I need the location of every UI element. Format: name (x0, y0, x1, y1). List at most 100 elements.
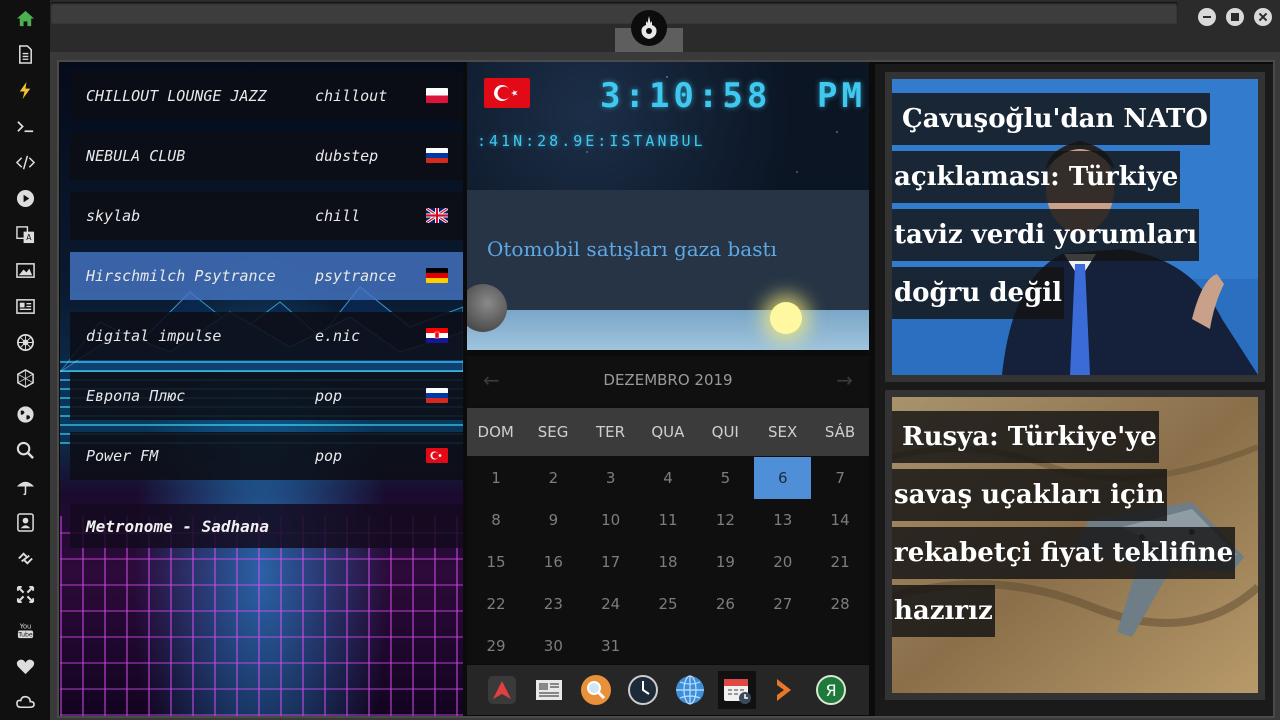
news-card-1[interactable]: Çavuşoğlu'dan NATO açıklaması: Türkiye tav… (885, 72, 1265, 382)
arrow-app-icon[interactable] (483, 671, 521, 709)
clock-panel: 3:10:58 PM :41N:28.9E:ISTANBUL Otomobil … (467, 62, 869, 350)
globe-icon[interactable] (12, 401, 38, 427)
calendar-day[interactable]: 20 (754, 541, 811, 583)
search-icon[interactable] (12, 437, 38, 463)
croatia-flag-icon (426, 328, 448, 343)
terminal-icon[interactable] (12, 113, 38, 139)
heart-icon[interactable] (12, 653, 38, 679)
news-card-2[interactable]: Rusya: Türkiye'ye savaş uçakları için reka… (885, 390, 1265, 700)
calendar-day[interactable]: 3 (582, 457, 639, 499)
calendar-month-title: DEZEMBRO 2019 (603, 371, 733, 389)
calendar-day-today[interactable]: 6 (754, 457, 812, 499)
globe-app-icon[interactable] (671, 671, 709, 709)
weekday-label: SÁB (824, 423, 856, 441)
forward-app-icon[interactable] (765, 671, 803, 709)
russia-flag-icon (426, 148, 448, 163)
calendar-day[interactable]: 19 (697, 541, 754, 583)
news-title-1: Çavuşoğlu'dan NATO açıklaması: Türkiye tav… (892, 93, 1210, 325)
radio-station-row[interactable]: skylab chill (70, 192, 463, 240)
calendar-day[interactable]: 22 (468, 583, 525, 625)
document-icon[interactable] (12, 41, 38, 67)
calendar-day[interactable]: 30 (525, 625, 582, 667)
clock-coordinates: :41N:28.9E:ISTANBUL (477, 132, 706, 150)
radio-station-row[interactable]: Power FM pop (70, 432, 463, 480)
weekday-label: QUI (711, 423, 739, 441)
calendar-day[interactable]: 28 (812, 583, 869, 625)
minimize-button[interactable] (1198, 8, 1216, 26)
maximize-button[interactable] (1226, 8, 1244, 26)
news-icon[interactable] (12, 293, 38, 319)
news-app-icon[interactable] (530, 671, 568, 709)
calendar-day[interactable]: 14 (812, 499, 869, 541)
turkey-flag-icon (426, 448, 448, 463)
expand-icon[interactable] (12, 581, 38, 607)
weekday-label: DOM (477, 423, 514, 441)
cloud-icon[interactable] (12, 689, 38, 715)
contact-icon[interactable] (12, 509, 38, 535)
calendar-day[interactable]: 21 (812, 541, 869, 583)
close-button[interactable] (1254, 8, 1272, 26)
calendar-day[interactable]: 9 (525, 499, 582, 541)
settings-wheel-icon[interactable] (12, 329, 38, 355)
calendar-day[interactable]: 24 (582, 583, 639, 625)
poland-flag-icon (426, 88, 448, 103)
calendar-day[interactable]: 16 (525, 541, 582, 583)
hexagon-icon[interactable] (12, 365, 38, 391)
clock-ampm: PM (817, 76, 866, 116)
weekday-label: SEG (537, 423, 569, 441)
calendar-day[interactable]: 26 (697, 583, 754, 625)
calendar-day[interactable]: 15 (468, 541, 525, 583)
play-icon[interactable] (12, 185, 38, 211)
calendar-day[interactable]: 10 (582, 499, 639, 541)
radio-station-row[interactable]: NEBULA CLUB dubstep (70, 132, 463, 180)
radio-station-row[interactable]: digital impulse e.nic (70, 312, 463, 360)
calendar-day[interactable]: 13 (754, 499, 811, 541)
yandex-app-icon[interactable]: Я (812, 671, 850, 709)
calendar-day[interactable]: 12 (697, 499, 754, 541)
radio-station-row[interactable]: Hirschmilch Psytrance psytrance (70, 252, 463, 300)
address-bar[interactable] (50, 2, 1178, 24)
clock-time: 3:10:58 (600, 76, 772, 116)
radio-panel: CHILLOUT LOUNGE JAZZ chillout NEBULA CLUB d… (60, 62, 463, 716)
calendar-day[interactable]: 8 (468, 499, 525, 541)
calendar-day[interactable]: 29 (468, 625, 525, 667)
radio-station-row[interactable]: CHILLOUT LOUNGE JAZZ chillout (70, 72, 463, 120)
calendar-day[interactable]: 7 (812, 457, 869, 499)
rebel-alliance-logo-icon[interactable] (631, 10, 667, 46)
umbrella-icon[interactable] (12, 473, 38, 499)
app-sidebar: A You Tube (0, 0, 50, 720)
link-icon[interactable] (12, 545, 38, 571)
youtube-icon[interactable]: You Tube (12, 617, 38, 643)
turkey-flag-icon (484, 78, 530, 108)
calendar-next-button[interactable]: → (836, 368, 853, 392)
calendar-day[interactable]: 4 (640, 457, 697, 499)
calendar-day[interactable]: 27 (754, 583, 811, 625)
ticker-headline[interactable]: Otomobil satışları gaza bastı (487, 237, 777, 261)
lightning-icon[interactable] (12, 77, 38, 103)
calendar-day[interactable]: 31 (582, 625, 639, 667)
calendar-day[interactable]: 17 (582, 541, 639, 583)
calendar-app-icon[interactable] (718, 671, 756, 709)
calendar-day[interactable]: 1 (468, 457, 525, 499)
image-icon[interactable] (12, 257, 38, 283)
calendar-day[interactable]: 18 (640, 541, 697, 583)
calendar-day[interactable]: 2 (525, 457, 582, 499)
station-genre: pop (315, 447, 343, 465)
station-name: Европа Плюс (86, 387, 186, 405)
translate-icon[interactable]: A (12, 221, 38, 247)
svg-text:You: You (18, 622, 30, 630)
calendar: ← DEZEMBRO 2019 → DOM SEG TER QUA QUI SEX SÁB … (467, 356, 869, 664)
station-genre: e.nic (315, 327, 361, 345)
radio-station-row[interactable]: Европа Плюс pop (70, 372, 463, 420)
news-title-line: savaş uçakları için (892, 469, 1167, 521)
calendar-day[interactable]: 23 (525, 583, 582, 625)
news-title-line: rekabetçi fiyat teklifine (892, 527, 1236, 579)
code-icon[interactable] (12, 149, 38, 175)
svg-text:Tube: Tube (17, 631, 33, 638)
calendar-day[interactable]: 5 (697, 457, 754, 499)
home-icon[interactable] (12, 5, 38, 31)
calendar-day[interactable]: 11 (640, 499, 697, 541)
calendar-day[interactable]: 25 (640, 583, 697, 625)
clock-app-icon[interactable] (624, 671, 662, 709)
search-app-icon[interactable] (577, 671, 615, 709)
